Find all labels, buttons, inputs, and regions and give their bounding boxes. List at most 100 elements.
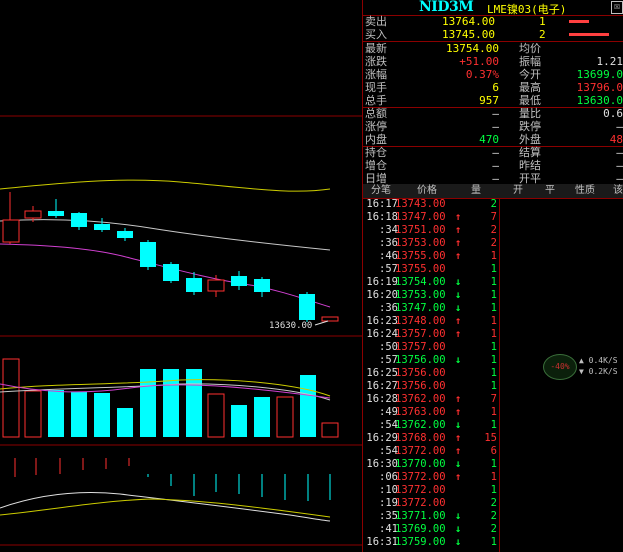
sell-volume-bar [569, 20, 589, 23]
quote-row: 持仓 — 结算 — [363, 146, 623, 160]
tick-time: 16:18 [366, 211, 398, 223]
buy-row: 买入 13745.00 2 [363, 28, 623, 42]
low-price-label: 13630.00 [269, 321, 312, 331]
quote-row: 增仓 — 昨结 — [363, 159, 623, 173]
quote-label: 增仓 [365, 159, 387, 172]
buy-price: 13745.00 [442, 28, 495, 41]
quote-value: 1.21 [596, 55, 623, 68]
arrow-up-icon: ↑ [455, 237, 462, 249]
quote-value: 0.37% [465, 68, 499, 81]
tick-row[interactable]: 16:27 13756.00 1 [363, 380, 623, 393]
tick-row[interactable]: :50 13757.00 1 [363, 341, 623, 354]
quote-label: 总额 [365, 107, 387, 120]
tick-row[interactable]: 16:19 13754.00 ↓ 1 [363, 276, 623, 289]
close-icon[interactable]: ☒ [611, 1, 623, 14]
tick-qty: 7 [490, 393, 497, 405]
indicator-b: ▼ 0.2K/S [579, 367, 618, 376]
tick-price: 13772.00 [395, 497, 446, 509]
quote-value: +51.00 [459, 55, 499, 68]
quote-label: 结算 [519, 146, 541, 159]
quote-value: — [492, 146, 499, 159]
arrow-down-icon: ↓ [455, 302, 462, 314]
contract-code: NID3M [419, 0, 474, 15]
tick-qty: 1 [490, 354, 497, 366]
tick-row[interactable]: :49 13763.00 ↑ 1 [363, 406, 623, 419]
tick-price: 13757.00 [395, 341, 446, 353]
arrow-down-icon: ↓ [455, 536, 462, 548]
quote-value: — [492, 120, 499, 133]
arrow-up-icon: ↑ [455, 211, 462, 223]
tick-price: 13772.00 [395, 484, 446, 496]
tick-row[interactable]: 16:24 13757.00 ↑ 1 [363, 328, 623, 341]
tick-qty: 1 [490, 380, 497, 392]
tick-qty: 1 [490, 263, 497, 275]
tick-time: 16:25 [366, 367, 398, 379]
kline-chart[interactable]: 13630.00 [0, 0, 362, 552]
tick-qty: 2 [490, 510, 497, 522]
tick-row[interactable]: 16:30 13770.00 ↓ 1 [363, 458, 623, 471]
sell-row: 卖出 13764.00 1 [363, 15, 623, 29]
tick-price: 13762.00 [395, 393, 446, 405]
quote-value: 13630.0 [576, 94, 623, 107]
tick-row[interactable]: 16:17 13743.00 2 [363, 198, 623, 211]
tick-row[interactable]: :36 13747.00 ↓ 1 [363, 302, 623, 315]
arrow-up-icon: ↑ [455, 393, 462, 405]
tick-price: 13753.00 [395, 237, 446, 249]
quote-row: 涨幅 0.37% 今开 13699.0 [363, 68, 623, 82]
tick-row[interactable]: :06 13772.00 ↑ 1 [363, 471, 623, 484]
tick-row[interactable]: 16:28 13762.00 ↑ 7 [363, 393, 623, 406]
tick-qty: 1 [490, 276, 497, 288]
quote-value: — [616, 159, 623, 172]
sell-volume: 1 [539, 15, 546, 28]
tick-row[interactable]: :19 13772.00 2 [363, 497, 623, 510]
tick-price: 13772.00 [395, 471, 446, 483]
tick-qty: 1 [490, 471, 497, 483]
tick-time: 16:17 [366, 198, 398, 210]
tick-row[interactable]: 16:29 13768.00 ↑ 15 [363, 432, 623, 445]
tick-row[interactable]: 16:20 13753.00 ↓ 1 [363, 289, 623, 302]
tick-row[interactable]: :34 13751.00 ↑ 2 [363, 224, 623, 237]
tick-qty: 2 [490, 523, 497, 535]
tick-row[interactable]: 16:18 13747.00 ↑ 7 [363, 211, 623, 224]
buy-volume: 2 [539, 28, 546, 41]
tick-row[interactable]: 16:23 13748.00 ↑ 1 [363, 315, 623, 328]
quote-label: 振幅 [519, 55, 541, 68]
tick-time: 16:31 [366, 536, 398, 548]
tick-row[interactable]: :46 13755.00 ↑ 1 [363, 250, 623, 263]
tick-qty: 1 [490, 315, 497, 327]
tick-row[interactable]: 16:31 13759.00 ↓ 1 [363, 536, 623, 549]
tick-row[interactable]: :36 13753.00 ↑ 2 [363, 237, 623, 250]
boll-upper-line [0, 179, 331, 192]
tick-row[interactable]: :54 13762.00 ↓ 1 [363, 419, 623, 432]
tick-price: 13770.00 [395, 458, 446, 470]
tick-price: 13753.00 [395, 289, 446, 301]
quote-label: 持仓 [365, 146, 387, 159]
tick-row[interactable]: :10 13772.00 1 [363, 484, 623, 497]
tick-time: 16:29 [366, 432, 398, 444]
macd-bars [14, 458, 331, 501]
arrow-down-icon: ↓ [455, 419, 462, 431]
tick-qty: 1 [490, 367, 497, 379]
chart-panel[interactable]: 13630.00 [0, 0, 363, 552]
tick-price: 13759.00 [395, 536, 446, 548]
tick-qty: 2 [490, 224, 497, 236]
quote-label: 最新 [365, 42, 387, 55]
quote-row: 总额 — 量比 0.6 [363, 107, 623, 121]
tick-price: 13772.00 [395, 445, 446, 457]
tick-row[interactable]: :35 13771.00 ↓ 2 [363, 510, 623, 523]
arrow-up-icon: ↑ [455, 224, 462, 236]
tick-qty: 1 [490, 484, 497, 496]
tick-qty: 1 [490, 250, 497, 262]
tick-price: 13763.00 [395, 406, 446, 418]
quote-value: 6 [492, 81, 499, 94]
arrow-up-icon: ↑ [455, 250, 462, 262]
tick-row[interactable]: :57 13755.00 1 [363, 263, 623, 276]
quote-panel: NID3M LME镍03(电子) ☒ 卖出 13764.00 1 买入 1374… [363, 0, 623, 552]
arrow-down-icon: ↓ [455, 458, 462, 470]
volume-bars [2, 358, 339, 438]
quote-label: 涨幅 [365, 68, 387, 81]
tick-price: 13747.00 [395, 211, 446, 223]
tick-qty: 1 [490, 419, 497, 431]
tick-row[interactable]: :41 13769.00 ↓ 2 [363, 523, 623, 536]
tick-row[interactable]: :54 13772.00 ↑ 6 [363, 445, 623, 458]
